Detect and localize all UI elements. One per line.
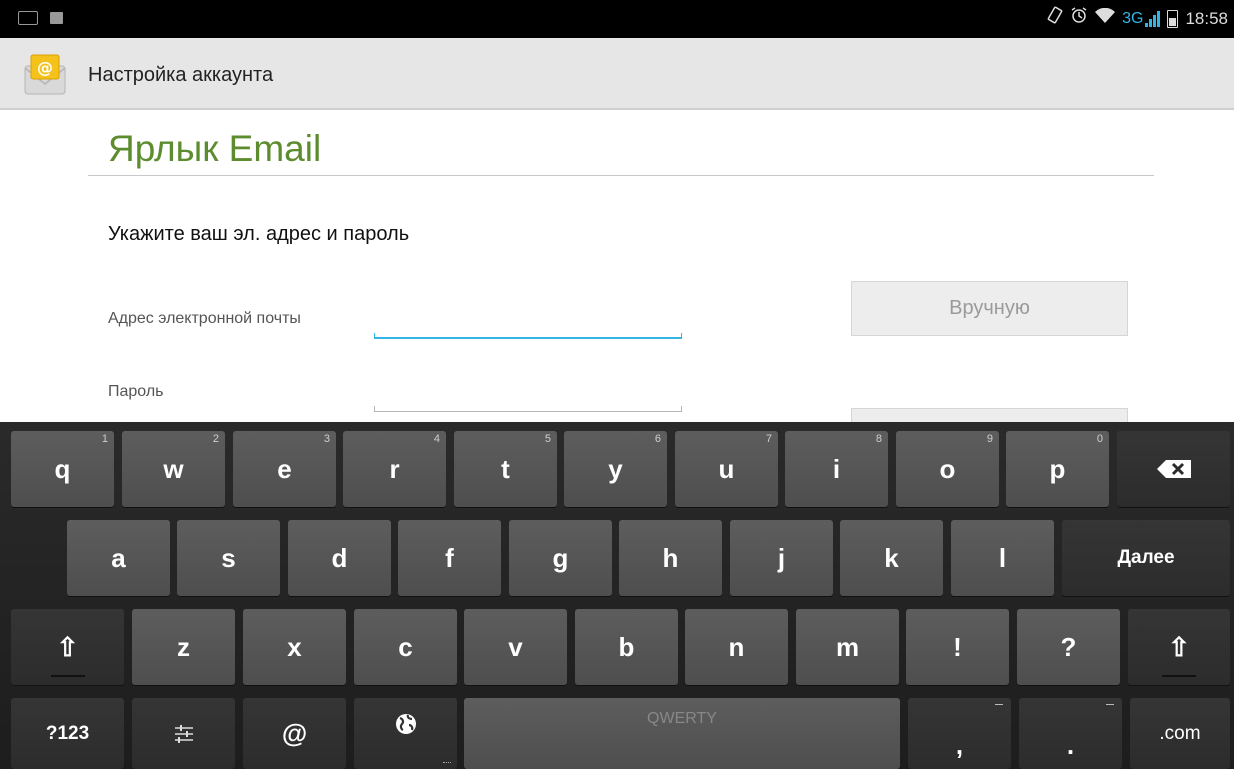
clock: 18:58 [1185,9,1228,28]
long-press-indicator [995,704,1003,705]
settings-sliders-icon [174,724,193,743]
key-w[interactable]: w2 [122,431,225,507]
key-a[interactable]: a [67,520,170,596]
alarm-icon [1070,6,1088,32]
image-icon [50,12,63,24]
rotate-icon [1047,6,1063,32]
key-space[interactable]: QWERTY [464,698,900,769]
heading-divider [88,175,1154,176]
key-u[interactable]: u7 [675,431,778,507]
key-e[interactable]: e3 [233,431,336,507]
key-z[interactable]: z [132,609,235,685]
key-hint: 7 [765,433,772,445]
key-label: p [1049,453,1066,484]
key-hint: 1 [101,433,108,445]
key-g[interactable]: g [509,520,612,596]
key-dotcom[interactable]: .com [1130,698,1230,769]
action-bar-title: Настройка аккаунта [88,64,274,86]
key-label: i [832,453,841,484]
key-p[interactable]: p0 [1006,431,1109,507]
key-comma[interactable]: , [908,698,1011,769]
key-hint: 5 [544,433,551,445]
globe-icon [395,714,416,734]
key-hint: 0 [1096,433,1103,445]
key-n[interactable]: n [685,609,788,685]
wifi-icon [1095,6,1116,32]
key-label: u [718,453,735,484]
key-hint: 4 [433,433,440,445]
svg-text:@: @ [37,58,53,77]
keyboard-icon [18,11,38,25]
key-hint: 3 [323,433,330,445]
key-label: o [939,453,956,484]
email-label: Адрес электронной почты [108,310,301,327]
email-field[interactable] [374,298,682,338]
key-hint: 9 [986,433,993,445]
signal-icon [1145,11,1161,27]
shift-icon: ⇧ [56,631,79,662]
key-c[interactable]: c [354,609,457,685]
key-r[interactable]: r4 [343,431,446,507]
key-hint: 6 [654,433,661,445]
key-q[interactable]: q1 [11,431,114,507]
key-question[interactable]: ? [1017,609,1120,685]
instruction-text: Укажите ваш эл. адрес и пароль [108,223,410,245]
key-shift-right[interactable]: ⇧ [1128,609,1230,685]
key-at[interactable]: @ [243,698,346,769]
key-h[interactable]: h [619,520,722,596]
key-hint: 8 [875,433,882,445]
network-type-label: 3G [1122,10,1144,27]
long-press-indicator [443,762,451,765]
key-label: q [54,453,71,484]
key-label: r [389,453,400,484]
shift-icon: ⇧ [1168,631,1190,662]
key-l[interactable]: l [951,520,1054,596]
email-app-icon[interactable]: @ [22,52,68,98]
password-field-underline [374,406,682,412]
backspace-icon [1156,460,1191,478]
shift-indicator [50,675,85,677]
key-b[interactable]: b [575,609,678,685]
key-j[interactable]: j [730,520,833,596]
key-t[interactable]: t5 [454,431,557,507]
manual-setup-button[interactable]: Вручную [851,281,1128,336]
key-label: . [1066,730,1075,760]
key-label: y [608,453,623,484]
key-shift-left[interactable]: ⇧ [11,609,124,685]
key-settings[interactable] [132,698,235,769]
battery-icon [1167,10,1179,28]
key-label: t [501,453,510,484]
password-field[interactable] [374,376,682,412]
key-label: w [163,453,184,484]
key-exclamation[interactable]: ! [906,609,1009,685]
shift-indicator [1162,675,1196,677]
key-language[interactable] [354,698,457,769]
long-press-indicator [1106,704,1114,705]
key-y[interactable]: y6 [564,431,667,507]
action-bar: @ Настройка аккаунта [0,38,1234,110]
key-f[interactable]: f [398,520,501,596]
key-x[interactable]: x [243,609,346,685]
soft-keyboard: q1 w2 e3 r4 t5 y6 u7 i8 o9 p0 a s d f g … [0,422,1234,769]
key-i[interactable]: i8 [785,431,888,507]
key-label: e [277,453,292,484]
password-label: Пароль [108,383,164,400]
key-backspace[interactable] [1117,431,1230,507]
key-period[interactable]: . [1019,698,1122,769]
status-bar: 3G 18:58 [0,0,1234,38]
key-o[interactable]: o9 [896,431,999,507]
key-symbols[interactable]: ?123 [11,698,124,769]
key-k[interactable]: k [840,520,943,596]
key-label: , [955,730,964,760]
key-s[interactable]: s [177,520,280,596]
key-m[interactable]: m [796,609,899,685]
key-hint: 2 [212,433,219,445]
key-d[interactable]: d [288,520,391,596]
page-heading: Ярлык Email [108,128,322,169]
key-next[interactable]: Далее [1062,520,1230,596]
email-field-underline [374,333,682,339]
key-v[interactable]: v [464,609,567,685]
